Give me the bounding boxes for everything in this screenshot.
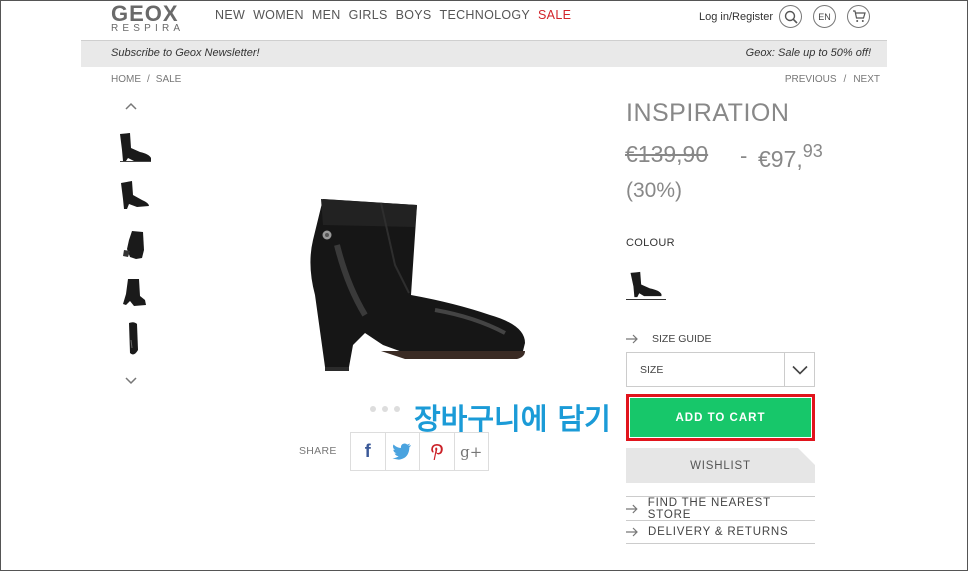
promo-bar: Subscribe to Geox Newsletter! Geox: Sale… <box>81 40 887 67</box>
thumbnail-side-view[interactable] <box>112 128 156 168</box>
nav-item-girls[interactable]: GIRLS <box>349 8 388 22</box>
sale-price-main: €97, <box>758 146 803 172</box>
delivery-returns-link[interactable]: DELIVERY & RETURNS <box>626 520 815 544</box>
facebook-icon: f <box>364 441 371 461</box>
original-price: €139,90 <box>625 141 709 167</box>
share-twitter-button[interactable] <box>386 433 420 470</box>
share-google-plus-button[interactable]: g+ <box>455 433 489 470</box>
delivery-returns-label: DELIVERY & RETURNS <box>648 526 789 538</box>
find-nearest-store-label: FIND THE NEAREST STORE <box>647 496 771 521</box>
size-guide-link[interactable]: SIZE GUIDE <box>626 333 712 345</box>
previous-link[interactable]: PREVIOUS <box>785 74 837 85</box>
logo-sub-text: RESPIRA <box>111 23 185 34</box>
main-nav: NEW WOMEN MEN GIRLS BOYS TECHNOLOGY SALE <box>215 8 571 22</box>
language-button[interactable]: EN <box>813 5 836 28</box>
thumbnail-back-view[interactable] <box>112 274 156 314</box>
share-facebook-button[interactable]: f <box>351 433 386 470</box>
nav-item-technology[interactable]: TECHNOLOGY <box>440 8 531 22</box>
nav-item-new[interactable]: NEW <box>215 8 245 22</box>
find-nearest-store-link[interactable]: FIND THE NEAREST STORE <box>626 496 815 521</box>
thumbnail-angle-view[interactable] <box>112 175 156 215</box>
colour-swatch-black[interactable] <box>626 270 666 300</box>
product-pager: PREVIOUS / NEXT <box>785 74 880 85</box>
chevron-down-icon <box>791 365 808 375</box>
breadcrumb-sale[interactable]: SALE <box>156 74 182 85</box>
thumbnail-front-view[interactable] <box>112 226 156 266</box>
chevron-up-icon <box>125 102 137 110</box>
breadcrumb-separator: / <box>147 74 150 85</box>
size-select-toggle[interactable] <box>784 353 814 386</box>
share-label: SHARE <box>299 445 337 457</box>
chevron-down-icon <box>125 377 137 385</box>
thumbnail-sole-view[interactable] <box>112 320 156 360</box>
share-buttons: f g+ <box>350 432 489 471</box>
image-carousel-dots <box>370 406 400 412</box>
carousel-dot[interactable] <box>370 406 376 412</box>
thumbnails-up-button[interactable] <box>125 98 137 113</box>
size-select-value: SIZE <box>640 364 664 376</box>
login-register-link[interactable]: Log in/Register <box>699 11 773 23</box>
search-icon <box>784 10 798 24</box>
nav-item-women[interactable]: WOMEN <box>253 8 304 22</box>
cart-button[interactable] <box>847 5 870 28</box>
add-to-cart-button[interactable]: ADD TO CART <box>630 398 811 437</box>
logo-main-text: GEOX <box>111 1 179 26</box>
newsletter-link[interactable]: Subscribe to Geox Newsletter! <box>111 47 260 59</box>
wishlist-corner-fold <box>798 448 815 465</box>
product-name: INSPIRATION <box>626 99 790 127</box>
pinterest-icon <box>430 443 443 460</box>
breadcrumb-home[interactable]: HOME <box>111 74 141 85</box>
pager-separator: / <box>843 74 847 85</box>
cart-icon <box>852 10 866 22</box>
wishlist-button[interactable]: WISHLIST <box>626 448 815 483</box>
arrow-right-icon <box>626 504 638 513</box>
sale-promo-text[interactable]: Geox: Sale up to 50% off! <box>746 47 871 59</box>
geox-logo[interactable]: GEOX RESPIRA <box>111 1 203 34</box>
arrow-right-icon <box>626 334 638 344</box>
share-pinterest-button[interactable] <box>420 433 455 470</box>
next-link[interactable]: NEXT <box>853 74 880 85</box>
wishlist-label: WISHLIST <box>690 459 751 472</box>
size-select[interactable]: SIZE <box>626 352 815 387</box>
breadcrumb: HOME / SALE <box>111 74 181 85</box>
carousel-dot[interactable] <box>394 406 400 412</box>
twitter-icon <box>392 443 412 460</box>
language-label: EN <box>818 11 831 22</box>
sale-price-cents: 93 <box>802 141 823 161</box>
sale-price: €97,93 <box>758 141 823 173</box>
search-button[interactable] <box>779 5 802 28</box>
colour-label: COLOUR <box>626 237 675 249</box>
arrow-right-icon <box>626 527 638 537</box>
nav-item-boys[interactable]: BOYS <box>396 8 432 22</box>
nav-item-sale[interactable]: SALE <box>538 8 571 22</box>
google-plus-icon: g+ <box>460 442 483 461</box>
thumbnails-down-button[interactable] <box>125 373 137 388</box>
price-separator: - <box>740 143 748 168</box>
main-product-image[interactable] <box>285 185 545 375</box>
size-guide-label: SIZE GUIDE <box>652 333 712 345</box>
discount-percent: (30%) <box>626 179 683 202</box>
nav-item-men[interactable]: MEN <box>312 8 341 22</box>
carousel-dot[interactable] <box>382 406 388 412</box>
